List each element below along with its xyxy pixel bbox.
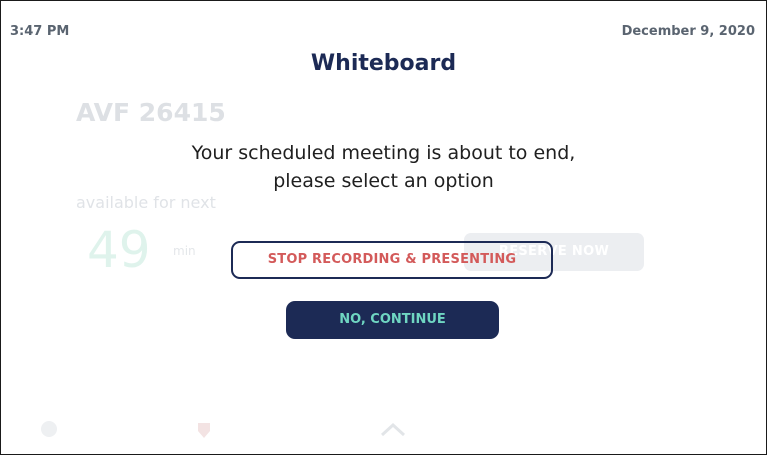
continue-button[interactable]: NO, CONTINUE: [286, 301, 499, 339]
available-minutes: 49: [87, 221, 151, 279]
info-icon: [41, 421, 57, 437]
stop-recording-presenting-button[interactable]: STOP RECORDING & PRESENTING: [231, 241, 553, 279]
availability-label: available for next: [76, 193, 216, 212]
dialog-message-line1: Your scheduled meeting is about to end,: [191, 142, 576, 164]
dialog-message: Your scheduled meeting is about to end, …: [1, 139, 766, 195]
dialog-message-line2: please select an option: [273, 170, 494, 192]
screen: 3:47 PM December 9, 2020 AVF 26415 avail…: [0, 0, 767, 455]
minutes-unit: min: [173, 244, 196, 258]
dialog-title: Whiteboard: [310, 51, 457, 76]
badge-icon: [197, 421, 211, 439]
chevron-up-icon: [379, 421, 407, 441]
room-name: AVF 26415: [76, 98, 226, 127]
